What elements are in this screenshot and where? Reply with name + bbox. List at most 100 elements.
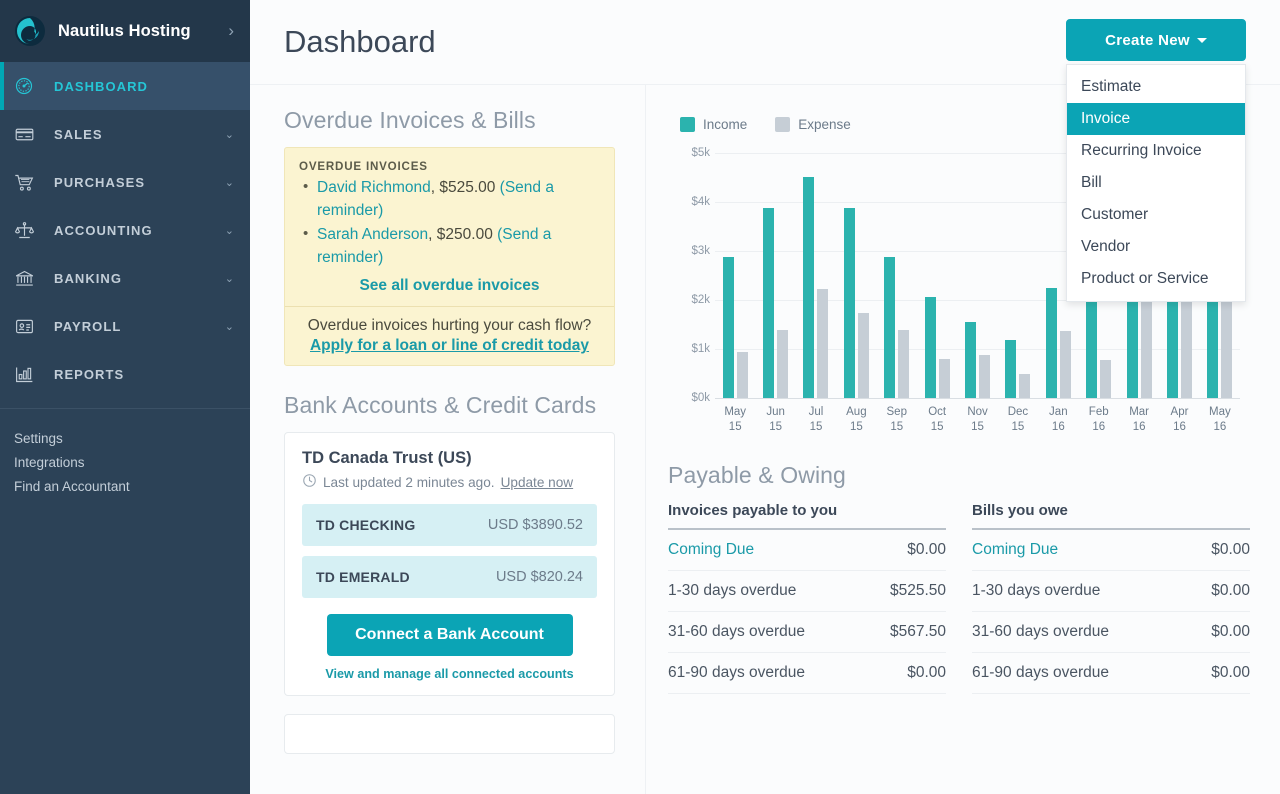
row-value: $0.00 — [1211, 623, 1250, 641]
dropdown-item-recurring-invoice[interactable]: Recurring Invoice — [1067, 135, 1245, 167]
chart-x-tick-label: Aug15 — [836, 405, 876, 435]
sidebar-item-payroll[interactable]: PAYROLL ⌄ — [0, 302, 250, 350]
chart-bar-group — [957, 153, 997, 398]
chart-x-tick-label: Mar16 — [1119, 405, 1159, 435]
account-row[interactable]: TD CHECKING USD $3890.52 — [302, 504, 597, 546]
sidebar-item-dashboard[interactable]: DASHBOARD — [0, 62, 250, 110]
x-tick-year: 15 — [998, 420, 1038, 435]
see-all-overdue-invoices-link[interactable]: See all overdue invoices — [299, 277, 600, 295]
sidebar-item-purchases[interactable]: PURCHASES ⌄ — [0, 158, 250, 206]
chart-bar-expense[interactable] — [898, 330, 909, 398]
chevron-down-icon[interactable]: ⌄ — [225, 128, 234, 141]
chart-gridline — [715, 398, 1240, 399]
chart-bar-income[interactable] — [965, 322, 976, 398]
row-label: 61-90 days overdue — [668, 664, 805, 682]
chart-bar-expense[interactable] — [1060, 331, 1071, 398]
bank-section: Bank Accounts & Credit Cards TD Canada T… — [284, 392, 615, 754]
chart-bar-expense[interactable] — [1100, 360, 1111, 398]
connect-bank-account-button[interactable]: Connect a Bank Account — [327, 614, 573, 656]
chevron-down-icon[interactable]: ⌄ — [225, 176, 234, 189]
chart-bar-expense[interactable] — [1019, 374, 1030, 398]
chart-bar-expense[interactable] — [777, 330, 788, 398]
chart-y-tick-label: $3k — [668, 245, 710, 257]
chevron-right-icon[interactable]: › — [228, 21, 236, 41]
sidebar-link-integrations[interactable]: Integrations — [14, 451, 250, 475]
dropdown-item-bill[interactable]: Bill — [1067, 167, 1245, 199]
chart-bar-expense[interactable] — [858, 313, 869, 398]
x-tick-year: 15 — [755, 420, 795, 435]
update-now-link[interactable]: Update now — [501, 475, 574, 490]
chart-bar-income[interactable] — [723, 257, 734, 398]
chart-bar-income[interactable] — [925, 297, 936, 398]
chart-y-tick-label: $4k — [668, 196, 710, 208]
dropdown-item-vendor[interactable]: Vendor — [1067, 231, 1245, 263]
x-tick-month: Sep — [877, 405, 917, 420]
create-new-button[interactable]: Create New — [1066, 19, 1246, 61]
divider — [285, 306, 614, 307]
left-column: Overdue Invoices & Bills OVERDUE INVOICE… — [250, 85, 646, 794]
x-tick-month: Jun — [755, 405, 795, 420]
x-tick-year: 16 — [1119, 420, 1159, 435]
manage-accounts-link[interactable]: View and manage all connected accounts — [302, 667, 597, 681]
apply-for-loan-link[interactable]: Apply for a loan or line of credit today — [299, 336, 600, 355]
sidebar-item-label: BANKING — [54, 271, 225, 286]
dropdown-item-customer[interactable]: Customer — [1067, 199, 1245, 231]
sidebar-item-sales[interactable]: SALES ⌄ — [0, 110, 250, 158]
chevron-down-icon[interactable]: ⌄ — [225, 320, 234, 333]
list-item: Sarah Anderson, $250.00 (Send a reminder… — [301, 223, 600, 269]
legend-swatch-income — [680, 117, 695, 132]
overdue-customer-link[interactable]: David Richmond — [317, 179, 431, 196]
chart-x-tick-label: May16 — [1200, 405, 1240, 435]
chart-bar-group — [998, 153, 1038, 398]
sidebar-item-accounting[interactable]: ACCOUNTING ⌄ — [0, 206, 250, 254]
table-row: 1-30 days overdue $525.50 — [668, 571, 946, 612]
overdue-amount: , $525.00 — [431, 179, 500, 196]
sidebar-link-settings[interactable]: Settings — [14, 427, 250, 451]
chart-bar-income[interactable] — [1005, 340, 1016, 398]
chart-bar-group — [755, 153, 795, 398]
chart-bar-income[interactable] — [803, 177, 814, 398]
last-updated-text: Last updated 2 minutes ago. — [323, 475, 495, 490]
row-label[interactable]: Coming Due — [668, 541, 754, 559]
overdue-section-title: Overdue Invoices & Bills — [284, 107, 615, 134]
overdue-invoices-card: OVERDUE INVOICES David Richmond, $525.00… — [284, 147, 615, 366]
chart-x-tick-label: Nov15 — [957, 405, 997, 435]
credit-card-icon — [14, 124, 44, 145]
row-label: 31-60 days overdue — [668, 623, 805, 641]
chart-bar-expense[interactable] — [1141, 297, 1152, 398]
x-tick-year: 16 — [1159, 420, 1199, 435]
id-badge-icon — [14, 316, 44, 337]
row-label[interactable]: Coming Due — [972, 541, 1058, 559]
dropdown-item-product-or-service[interactable]: Product or Service — [1067, 263, 1245, 295]
chart-bar-expense[interactable] — [1181, 288, 1192, 398]
overdue-customer-link[interactable]: Sarah Anderson — [317, 226, 428, 243]
x-tick-month: May — [1200, 405, 1240, 420]
chart-x-tick-label: Feb16 — [1079, 405, 1119, 435]
brand-header[interactable]: Nautilus Hosting › — [0, 0, 250, 62]
chart-bar-expense[interactable] — [939, 359, 950, 398]
chart-bar-income[interactable] — [884, 257, 895, 398]
chart-bar-expense[interactable] — [817, 289, 828, 398]
bank-last-updated: Last updated 2 minutes ago. Update now — [302, 473, 597, 491]
row-label: 61-90 days overdue — [972, 664, 1109, 682]
chart-bar-expense[interactable] — [737, 352, 748, 398]
table-row: 61-90 days overdue $0.00 — [972, 653, 1250, 694]
payable-section-title: Payable & Owing — [668, 462, 1250, 489]
account-row[interactable]: TD EMERALD USD $820.24 — [302, 556, 597, 598]
chart-bar-income[interactable] — [1046, 288, 1057, 398]
chart-bar-expense[interactable] — [979, 355, 990, 398]
sidebar-item-label: DASHBOARD — [54, 79, 234, 94]
table-row: Coming Due $0.00 — [972, 530, 1250, 571]
sidebar-item-banking[interactable]: BANKING ⌄ — [0, 254, 250, 302]
chart-y-tick-label: $0k — [668, 392, 710, 404]
dropdown-item-estimate[interactable]: Estimate — [1067, 71, 1245, 103]
chevron-down-icon[interactable]: ⌄ — [225, 272, 234, 285]
dropdown-item-invoice[interactable]: Invoice — [1067, 103, 1245, 135]
chart-bar-income[interactable] — [844, 208, 855, 398]
chevron-down-icon[interactable]: ⌄ — [225, 224, 234, 237]
sidebar-link-find-accountant[interactable]: Find an Accountant — [14, 475, 250, 499]
sidebar-item-reports[interactable]: REPORTS — [0, 350, 250, 398]
x-tick-year: 15 — [836, 420, 876, 435]
chart-y-tick-label: $1k — [668, 343, 710, 355]
chart-bar-income[interactable] — [763, 208, 774, 398]
